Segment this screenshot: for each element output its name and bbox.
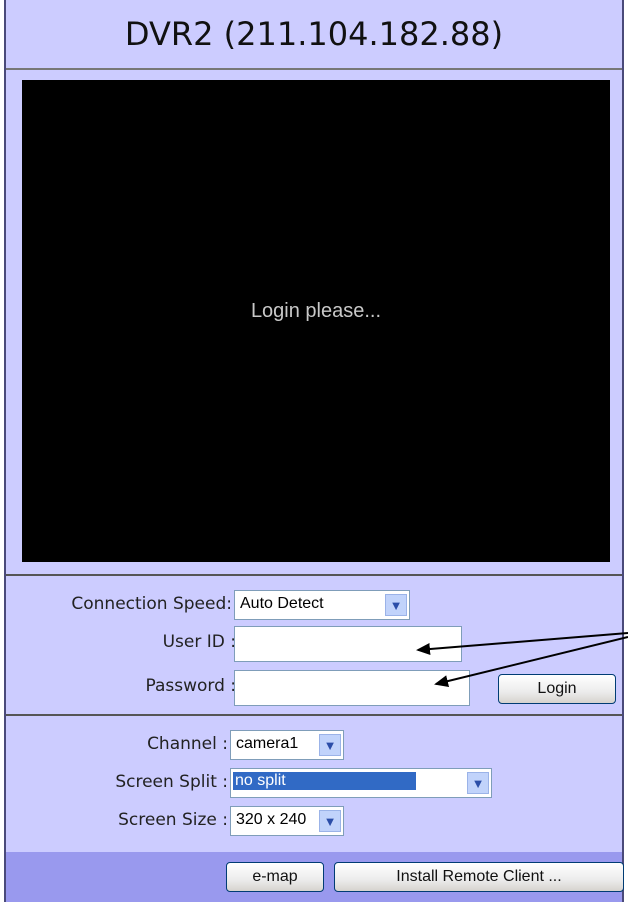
channel-value: camera1 [236,735,299,752]
password-field[interactable] [234,670,470,706]
chevron-down-icon[interactable]: ▼ [319,810,341,832]
password-label: Password : [145,676,236,696]
video-view: Login please... [22,80,610,562]
connection-speed-value: Auto Detect [240,595,324,612]
divider [6,714,622,716]
screen-size-value: 320 x 240 [236,811,307,828]
channel-select[interactable]: camera1 ▼ [230,730,344,760]
user-id-field[interactable] [234,626,462,662]
emap-button[interactable]: e-map [226,862,324,892]
divider [6,574,622,576]
window-title: DVR2 (211.104.182.88) [6,0,622,70]
chevron-down-icon[interactable]: ▼ [385,594,407,616]
channel-label: Channel : [147,734,228,754]
login-button[interactable]: Login [498,674,616,704]
screen-split-select[interactable]: no split ▼ [230,768,492,798]
install-remote-client-button[interactable]: Install Remote Client ... [334,862,624,892]
connection-speed-select[interactable]: Auto Detect ▼ [234,590,410,620]
screen-split-label: Screen Split : [115,772,228,792]
screen-size-select[interactable]: 320 x 240 ▼ [230,806,344,836]
video-status-message: Login please... [250,299,382,322]
connection-speed-label: Connection Speed: [71,594,232,614]
dvr-panel: DVR2 (211.104.182.88) Login please... Co… [4,0,624,902]
footer-bar: e-map Install Remote Client ... [6,852,624,902]
user-id-label: User ID : [162,632,236,652]
chevron-down-icon[interactable]: ▼ [319,734,341,756]
chevron-down-icon[interactable]: ▼ [467,772,489,794]
screen-size-label: Screen Size : [118,810,228,830]
screen-split-value: no split [233,772,416,790]
